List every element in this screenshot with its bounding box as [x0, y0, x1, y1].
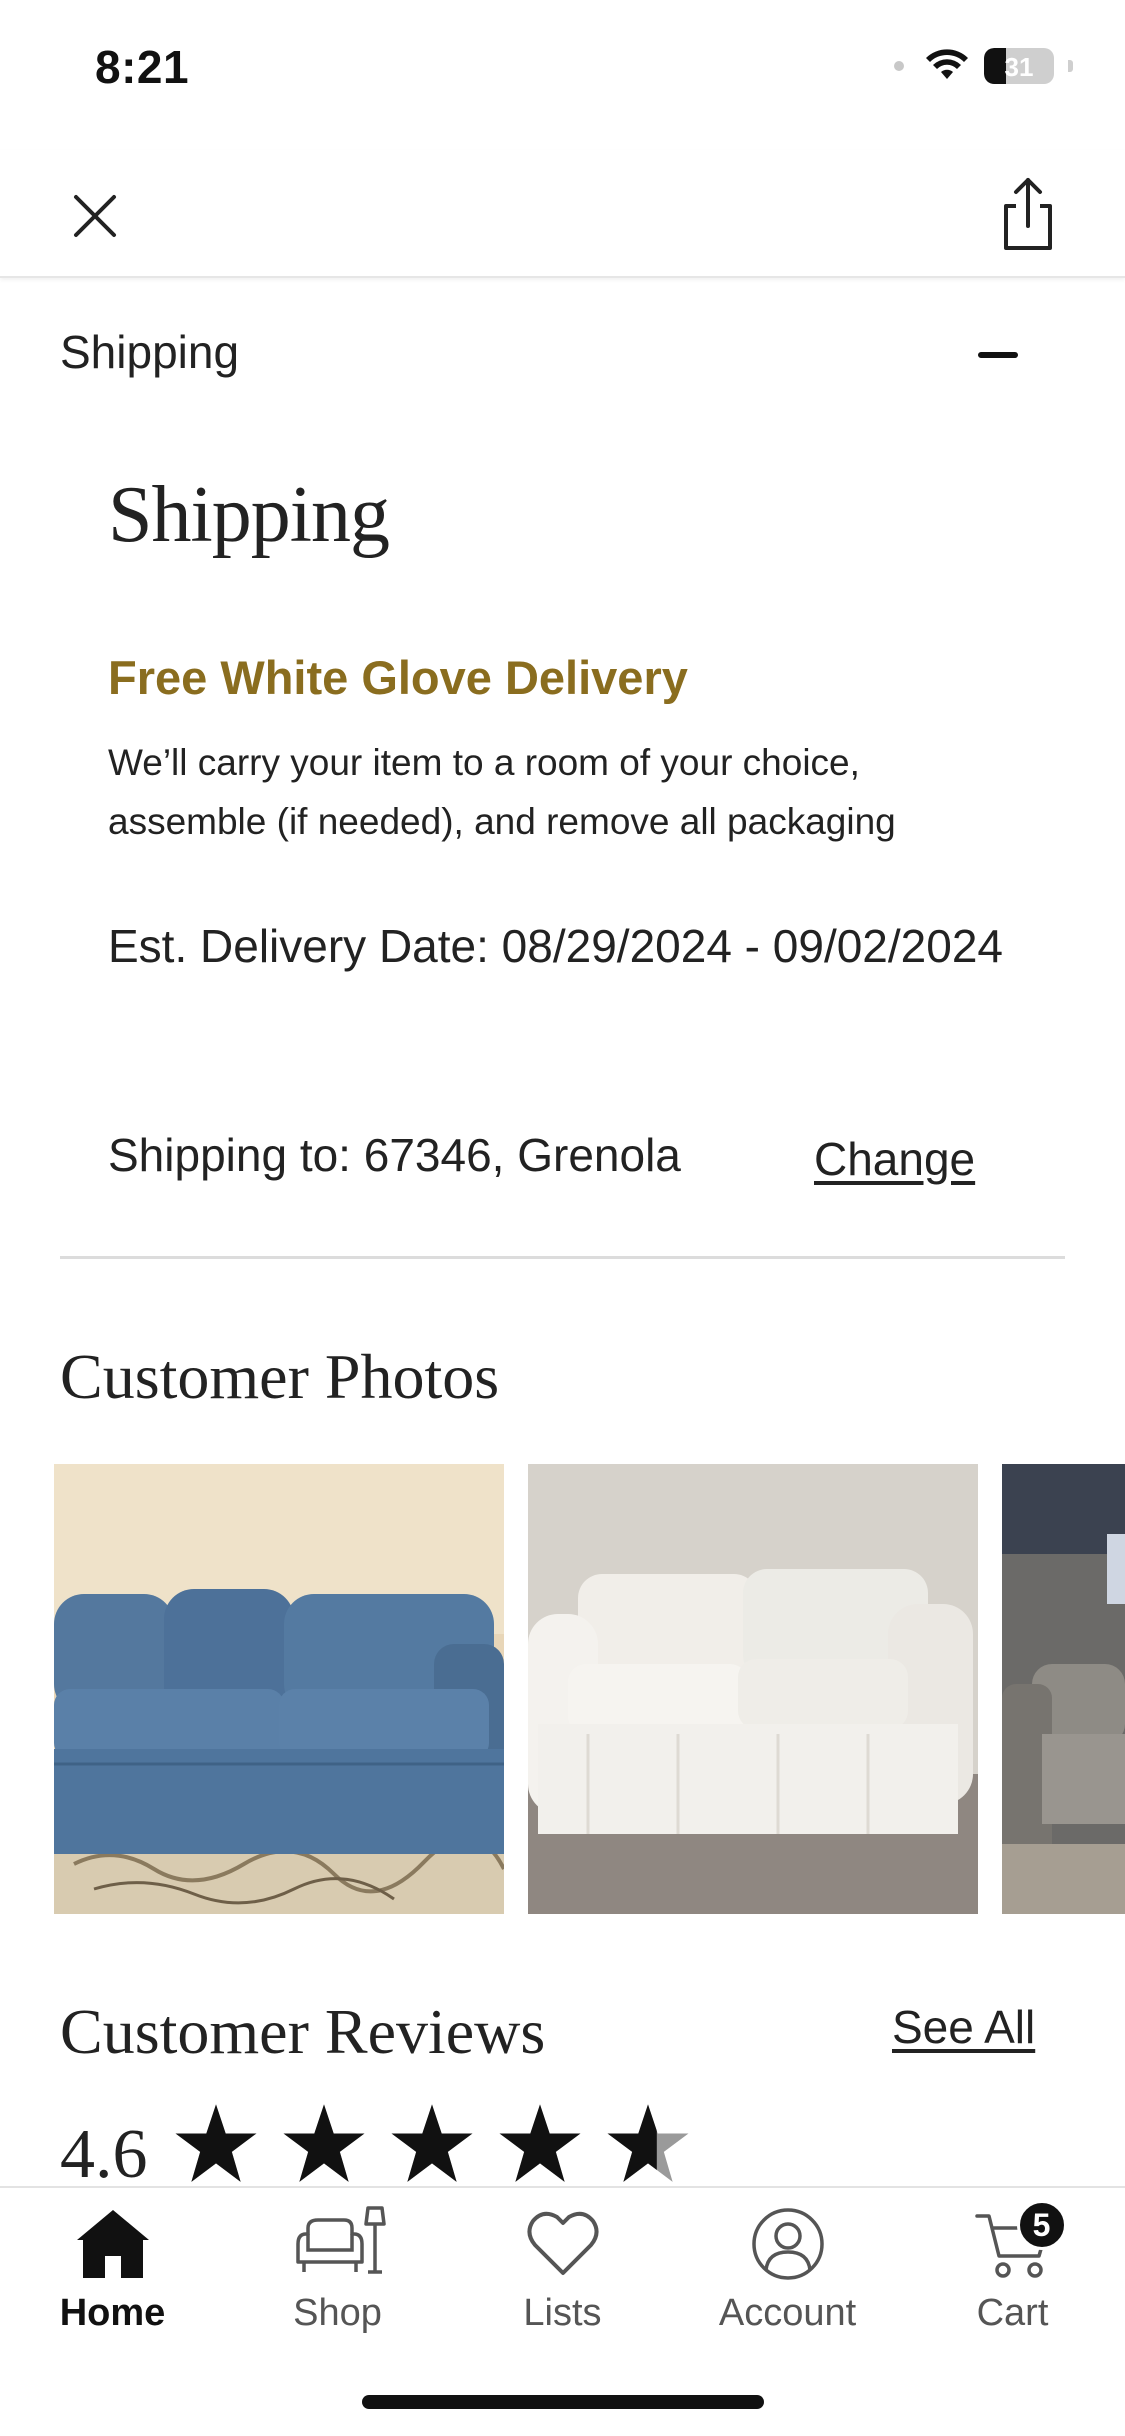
tab-label-shop: Shop — [293, 2292, 382, 2334]
cart-count-badge: 5 — [1016, 2200, 1067, 2250]
star-icon — [499, 2104, 581, 2182]
change-location-link[interactable]: Change — [814, 1132, 975, 1186]
star-icon — [391, 2104, 473, 2182]
heart-icon — [515, 2204, 611, 2284]
shipping-to-location: Shipping to: 67346, Grenola — [108, 1129, 681, 1181]
collapse-minus-icon[interactable] — [978, 352, 1018, 358]
tab-label-lists: Lists — [523, 2292, 602, 2334]
home-icon — [65, 2204, 161, 2284]
share-icon — [1004, 178, 1052, 250]
home-indicator — [362, 2395, 764, 2409]
top-nav-bar — [0, 150, 1125, 278]
tab-cart[interactable]: 5 Cart — [900, 2188, 1125, 2338]
shipping-heading: Shipping — [108, 471, 390, 559]
see-all-reviews-link[interactable]: See All — [892, 2000, 1035, 2054]
star-icon — [607, 2104, 689, 2182]
battery-icon: 31 — [984, 48, 1054, 84]
blue-sofa-photo[interactable] — [54, 1464, 504, 1914]
section-divider — [60, 1256, 1065, 1259]
privacy-dot — [894, 61, 904, 71]
average-rating: 4.6 — [60, 2116, 148, 2193]
status-time: 8:21 — [95, 41, 190, 93]
sofa-lamp-icon — [290, 2204, 386, 2284]
tab-label-account: Account — [718, 2292, 857, 2334]
white-glove-description: We’ll carry your item to a room of your … — [108, 742, 896, 842]
star-icon — [283, 2104, 365, 2182]
tab-account[interactable]: Account — [675, 2188, 900, 2338]
customer-reviews-title: Customer Reviews — [60, 1996, 546, 2067]
account-icon — [740, 2204, 836, 2284]
tab-home[interactable]: Home — [0, 2188, 225, 2338]
tab-label-cart: Cart — [976, 2292, 1049, 2334]
close-icon — [74, 195, 116, 237]
close-button[interactable] — [62, 183, 128, 249]
white-sofa-photo[interactable] — [528, 1464, 978, 1914]
cart-icon: 5 — [965, 2200, 1067, 2284]
gray-sofa-photo[interactable] — [1002, 1464, 1125, 1914]
wifi-icon — [926, 49, 968, 79]
customer-photos-title: Customer Photos — [60, 1341, 500, 1412]
shipping-accordion-title[interactable]: Shipping — [60, 325, 239, 379]
tab-shop[interactable]: Shop — [225, 2188, 450, 2338]
white-glove-title: Free White Glove Delivery — [108, 651, 688, 704]
rating-stars — [172, 2100, 692, 2188]
battery-cap — [1068, 60, 1073, 72]
star-icon — [175, 2104, 257, 2182]
status-indicators: 31 — [894, 48, 1073, 84]
tab-lists[interactable]: Lists — [450, 2188, 675, 2338]
estimated-delivery-date: Est. Delivery Date: 08/29/2024 - 09/02/2… — [108, 920, 1004, 972]
battery-level: 31 — [1004, 52, 1034, 82]
tab-label-home: Home — [59, 2292, 166, 2334]
share-button[interactable] — [990, 172, 1066, 256]
